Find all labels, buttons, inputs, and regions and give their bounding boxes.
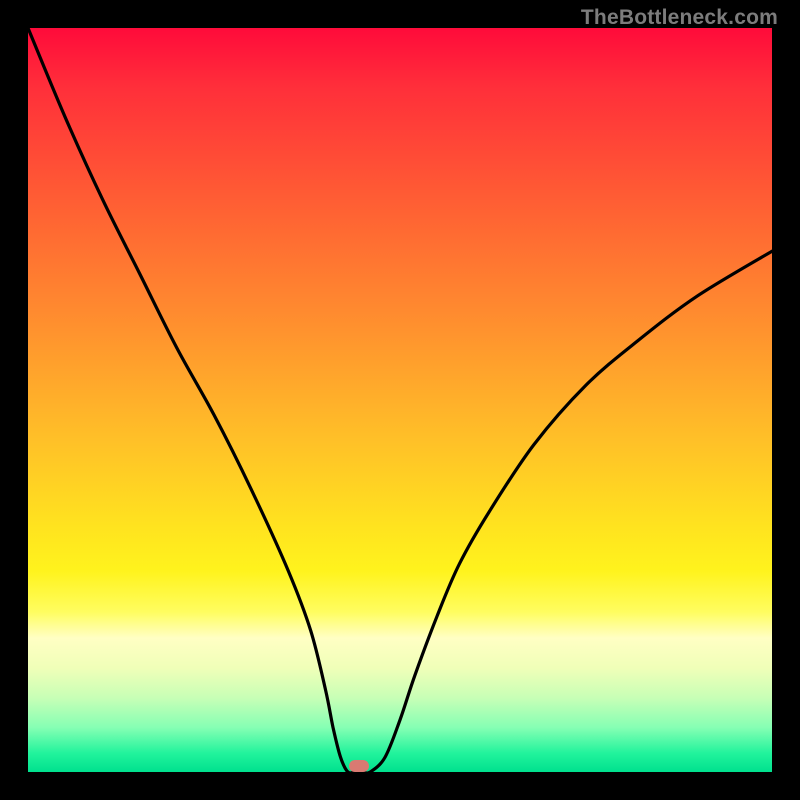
chart-frame: TheBottleneck.com bbox=[0, 0, 800, 800]
bottleneck-curve bbox=[28, 28, 772, 772]
watermark-text: TheBottleneck.com bbox=[581, 6, 778, 30]
plot-area bbox=[28, 28, 772, 772]
minimum-marker bbox=[349, 760, 369, 772]
